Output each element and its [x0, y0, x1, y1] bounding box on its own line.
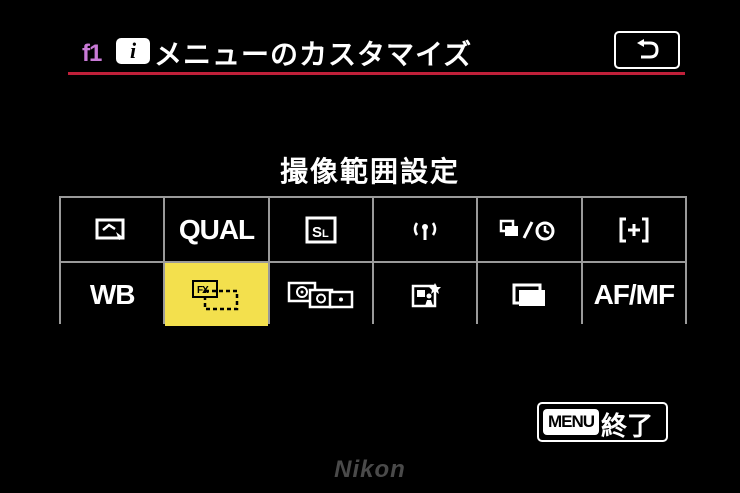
- page-title: メニューのカスタマイズ: [154, 38, 473, 71]
- grid-cell-image-area[interactable]: FX: [165, 263, 268, 326]
- brand-logo: Nikon: [334, 456, 406, 483]
- end-label: 終了: [601, 412, 654, 442]
- menu-header: f1 i メニューのカスタマイズ: [78, 30, 684, 74]
- header-underline: [68, 72, 685, 75]
- grid-cell-release-mode[interactable]: [478, 198, 581, 261]
- vibration-reduction-icon: [411, 282, 442, 307]
- wireless-icon: [413, 221, 437, 240]
- grid-cell-image-quality[interactable]: QUAL: [165, 198, 268, 261]
- exposure-compensation-icon: [619, 217, 649, 242]
- svg-text:L: L: [322, 228, 329, 240]
- monitor-icon: [512, 283, 546, 306]
- grid-cell-white-balance[interactable]: WB: [61, 263, 164, 326]
- grid-cell-sl[interactable]: S L: [269, 198, 372, 261]
- release-mode-icon: [500, 219, 555, 240]
- grid-cell-metering[interactable]: [269, 263, 372, 326]
- return-arrow-icon: [637, 39, 659, 59]
- grid-cell-wireless[interactable]: [374, 198, 477, 261]
- back-button[interactable]: [614, 31, 680, 69]
- i-menu-icon: i: [116, 38, 150, 64]
- grid-cell-vibration-reduction[interactable]: [374, 263, 477, 326]
- grid-cell-focus-mode[interactable]: AF/MF: [582, 263, 685, 326]
- svg-text:S: S: [312, 224, 322, 241]
- end-button[interactable]: MENU 終了: [537, 402, 668, 442]
- sl-icon: S L: [305, 216, 337, 243]
- quality-label: QUAL: [178, 213, 255, 245]
- image-area-icon: FX: [192, 279, 239, 310]
- menu-code: f1: [82, 40, 102, 67]
- menu-button-badge: MENU: [543, 409, 599, 435]
- grid-cell-picture-control[interactable]: [61, 198, 164, 261]
- grid-cell-exposure-compensation[interactable]: [582, 198, 685, 261]
- i-menu-grid: QUAL S L WB FX AF/MF: [59, 196, 687, 326]
- selected-item-caption: 撮像範囲設定: [279, 155, 460, 188]
- focus-mode-label: AF/MF: [593, 278, 676, 310]
- picture-control-icon: [95, 218, 125, 240]
- white-balance-label: WB: [89, 278, 136, 310]
- metering-icon: [287, 281, 354, 308]
- grid-cell-monitor[interactable]: [478, 263, 581, 326]
